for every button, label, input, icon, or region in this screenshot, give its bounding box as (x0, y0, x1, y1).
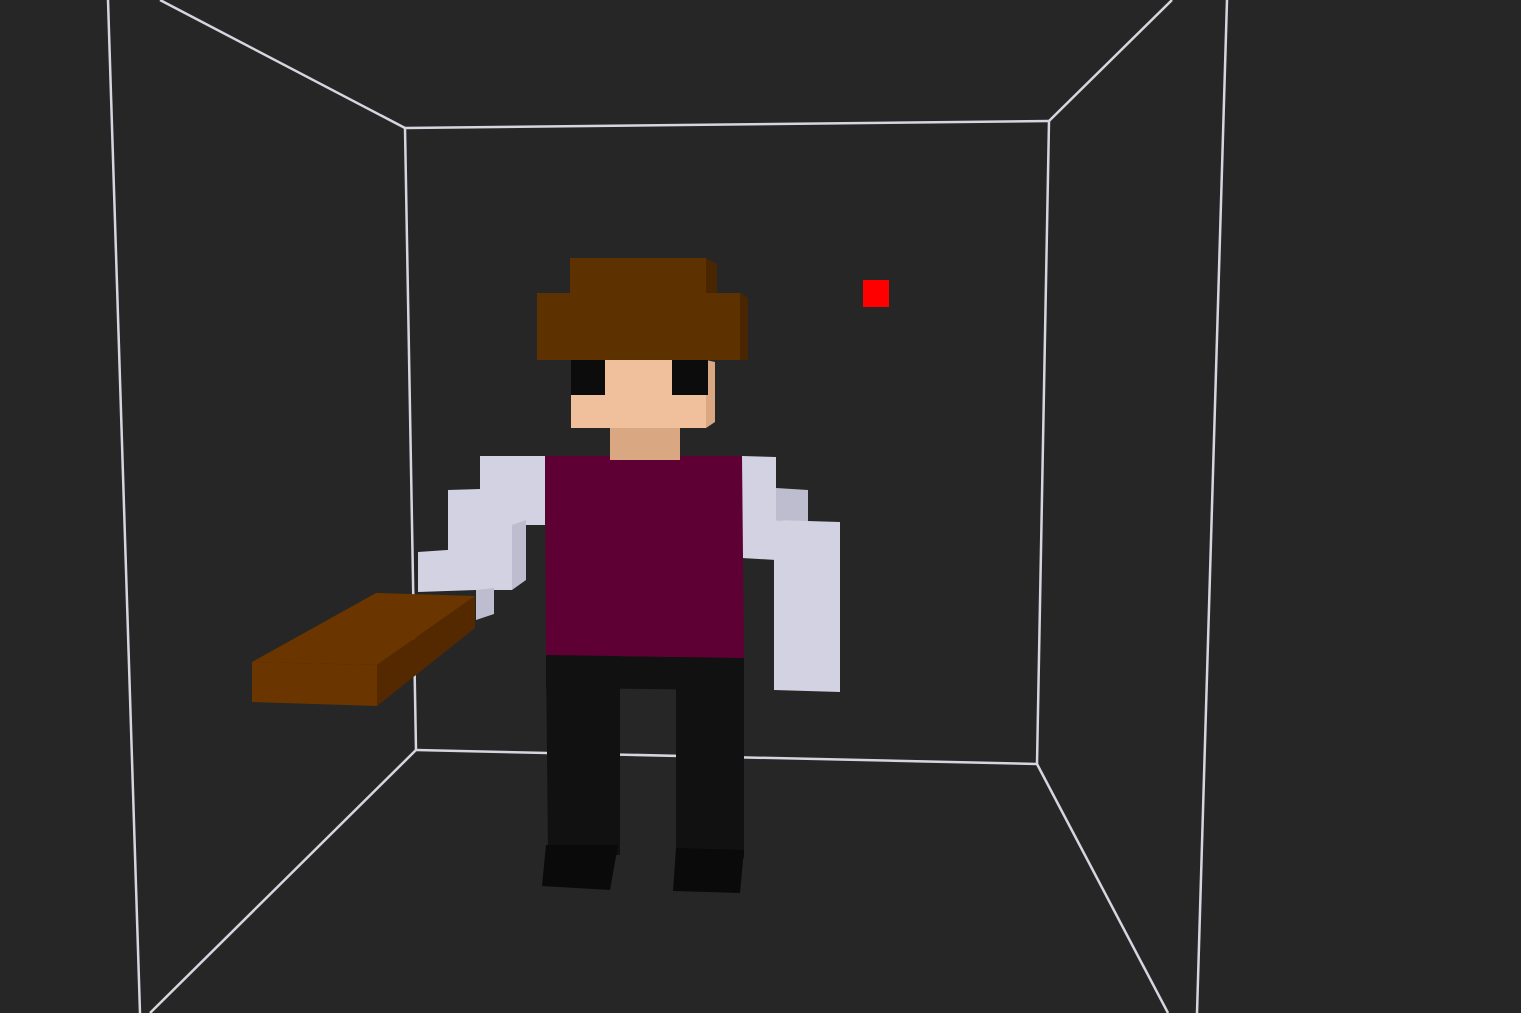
left-eye (571, 360, 605, 395)
right-arm-step (776, 488, 808, 522)
torso-shirt (545, 456, 744, 658)
hair-main (537, 293, 740, 360)
game-viewport[interactable] (0, 0, 1521, 1013)
3d-scene[interactable] (0, 0, 1521, 1013)
hair-top-side (706, 258, 717, 294)
room-edge-back-top (404, 119, 1050, 130)
room-edge-outer-right (1195, 0, 1229, 1013)
room-edge-back-right (1035, 120, 1051, 765)
neck (610, 428, 680, 460)
room-edge-bottom-right-diagonal (1035, 763, 1170, 1013)
left-forearm (418, 548, 476, 592)
right-upper-arm (742, 456, 776, 560)
red-target-marker[interactable] (863, 280, 889, 307)
left-hand (476, 588, 494, 620)
room-edge-outer-left (106, 0, 142, 1013)
hair-top (570, 258, 706, 294)
right-eye (672, 360, 708, 395)
wooden-plank-item[interactable] (252, 593, 475, 706)
room-edge-bottom-left-diagonal (149, 749, 417, 1013)
room-edge-top-left-diagonal (159, 0, 406, 130)
right-shoe (673, 848, 744, 893)
left-shoe (542, 845, 618, 890)
plank-front-face (252, 662, 377, 706)
hip (546, 655, 744, 690)
hair-main-side (740, 293, 748, 360)
right-forearm (774, 520, 840, 692)
left-elbow-side (512, 520, 526, 590)
room-edge-top-right-diagonal (1048, 0, 1173, 122)
player-character[interactable] (252, 258, 840, 893)
